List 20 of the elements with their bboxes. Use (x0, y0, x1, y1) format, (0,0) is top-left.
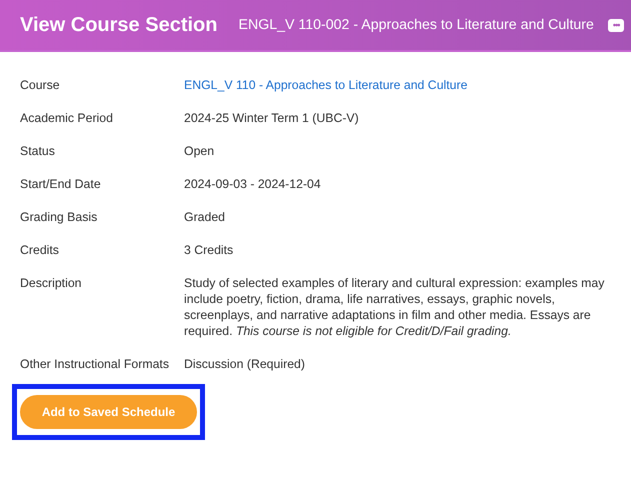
field-label: Start/End Date (20, 176, 102, 192)
field-value: Open (184, 143, 216, 159)
course-section-title: ENGL_V 110-002 - Approaches to Literature and Culture (238, 17, 594, 33)
field-value: 2024-25 Winter Term 1 (UBC-V) (184, 110, 360, 126)
field-label: Status (20, 143, 56, 159)
field-value: Study of selected examples of literary and cultural expression: examples may include poetry, fiction, drama, life narratives, essays, graphic novels, screenplays, and narrative adaptations in film and other media. Essays are required. This course is not eligible for Credit/D/Fail grading. (184, 275, 606, 339)
field-label: Description (20, 275, 83, 292)
field-value: Discussion (Required) (184, 356, 306, 372)
more-button[interactable]: ••• (608, 18, 624, 32)
field-label: Grading Basis (20, 209, 98, 225)
field-label: Credits (20, 242, 60, 258)
field-label: Course (20, 77, 61, 93)
page-title: View Course Section (20, 14, 218, 36)
field-value: 2024-09-03 - 2024-12-04 (184, 176, 322, 192)
course-link[interactable]: ENGL_V 110 - Approaches to Literature and Culture (184, 78, 468, 92)
field-label: Other Instructional Formats (20, 356, 170, 372)
add-to-saved-schedule-button[interactable]: Add to Saved Schedule (20, 395, 197, 429)
field-value: Graded (184, 209, 226, 225)
field-label: Academic Period (20, 110, 114, 126)
field-value: 3 Credits (184, 242, 234, 258)
